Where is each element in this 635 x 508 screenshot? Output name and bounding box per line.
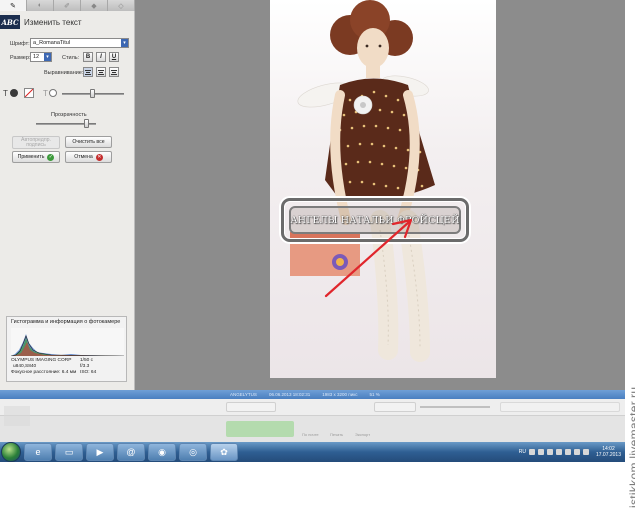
outline-color-swatch[interactable] bbox=[49, 89, 57, 97]
apply-label: Применить bbox=[17, 154, 45, 160]
effects-tab-icon[interactable]: ◆ bbox=[81, 0, 108, 11]
messenger-icon[interactable]: @ bbox=[117, 443, 145, 461]
panel-title: Изменить текст bbox=[24, 17, 82, 27]
more-tab-icon[interactable]: ◇ bbox=[108, 0, 135, 11]
picasa-icon[interactable]: ✿ bbox=[210, 443, 238, 461]
tool-tabs: ✎ ◐ ✐ ◆ ◇ bbox=[0, 0, 135, 11]
no-fill-swatch[interactable] bbox=[24, 88, 34, 98]
edit-text-panel: ✎ ◐ ✐ ◆ ◇ ABC Изменить текст Шрифт: a_Ro… bbox=[0, 0, 135, 390]
pen-tab-icon[interactable]: ✐ bbox=[54, 0, 81, 11]
save-ghost-button[interactable] bbox=[226, 421, 294, 437]
email-label[interactable]: По почте bbox=[302, 432, 319, 437]
info-date: 06.06.2013 18:02:31 bbox=[268, 392, 311, 397]
panel-header: ABC Изменить текст bbox=[0, 14, 135, 30]
histogram-panel: Гистограмма и информация о фотокамере OL… bbox=[6, 316, 127, 382]
chevron-down-icon[interactable]: ▾ bbox=[44, 53, 51, 61]
clear-all-label: Очистить все bbox=[72, 139, 105, 145]
clear-all-button[interactable]: Очистить все bbox=[65, 136, 112, 148]
explorer-icon[interactable]: ▭ bbox=[55, 443, 83, 461]
start-button[interactable] bbox=[1, 442, 21, 462]
right-tool-buttons[interactable] bbox=[500, 402, 620, 412]
watermark: istikkom.livemaster.ru bbox=[611, 353, 635, 508]
size-select-value: 12 bbox=[33, 54, 40, 60]
align-center-button[interactable] bbox=[96, 67, 106, 77]
tray-icon-2[interactable] bbox=[537, 449, 544, 455]
align-left-button[interactable] bbox=[83, 67, 93, 77]
magic-wand-tab-icon[interactable]: ✎ bbox=[0, 0, 27, 11]
volume-icon[interactable] bbox=[582, 449, 589, 455]
canvas-area: АНГЕЛЫ НАТАЛЬИ ФРОЙСЦЕЙ bbox=[135, 0, 625, 390]
focal-length: Фокусное расстояние: 6.4 мм bbox=[11, 370, 77, 375]
font-select[interactable]: a_RomanaTitul ▾ bbox=[30, 38, 129, 48]
export-label[interactable]: Экспорт bbox=[355, 432, 370, 437]
doll-photo bbox=[290, 0, 435, 362]
tray-icon-4[interactable] bbox=[555, 449, 562, 455]
cancel-label: Отмена bbox=[74, 154, 93, 160]
no-fill-icon bbox=[25, 89, 33, 97]
iso: ISO: 64 bbox=[80, 370, 97, 375]
abc-logo-text: ABC bbox=[1, 17, 19, 27]
tray-icon-5[interactable] bbox=[564, 449, 571, 455]
opacity-knob[interactable] bbox=[83, 119, 89, 128]
bottom-actions bbox=[0, 406, 625, 442]
outline-color-icon[interactable]: T bbox=[43, 89, 48, 98]
checkmark-icon: ✓ bbox=[47, 153, 55, 161]
camera-resolution: u840,S840 bbox=[13, 364, 37, 369]
tray-icon-1[interactable] bbox=[528, 449, 535, 455]
underline-button[interactable]: U bbox=[109, 52, 119, 62]
ie-icon[interactable]: e bbox=[24, 443, 52, 461]
shutter-speed: 1/50 с bbox=[80, 358, 94, 363]
cancel-button[interactable]: Отмена ✕ bbox=[65, 151, 112, 163]
histogram-title: Гистограмма и информация о фотокамере bbox=[11, 319, 121, 325]
network-icon[interactable] bbox=[573, 449, 580, 455]
font-select-value: a_RomanaTitul bbox=[33, 40, 71, 46]
preview-caption-label: Автопредпр. подпись bbox=[21, 137, 51, 148]
align-label: Выравнивание: bbox=[44, 70, 84, 76]
red-arrow-annotation bbox=[324, 218, 413, 298]
watermark-text: istikkom.livemaster.ru bbox=[627, 386, 635, 508]
camera-model: OLYMPUS IMAGING CORP bbox=[11, 358, 72, 363]
text-color-swatch[interactable] bbox=[10, 89, 18, 97]
histogram-chart bbox=[11, 328, 124, 356]
preview-caption-button: Автопредпр. подпись bbox=[12, 136, 60, 149]
photo-canvas[interactable] bbox=[270, 0, 496, 378]
text-tool-icon: ABC bbox=[0, 15, 20, 29]
language-indicator[interactable]: RU bbox=[519, 449, 526, 455]
rotate-buttons[interactable] bbox=[226, 402, 276, 412]
opacity-label: Прозрачность bbox=[51, 112, 87, 118]
photo-info-strip: ANGELYTUS 06.06.2013 18:02:31 1983 x 320… bbox=[0, 390, 625, 399]
outline-width-knob[interactable] bbox=[90, 89, 95, 98]
bottom-toolbar bbox=[0, 399, 625, 416]
print-label[interactable]: Печать bbox=[330, 432, 343, 437]
aperture: f/3.3 bbox=[80, 364, 90, 369]
info-dimensions: 1983 x 3200 пикс bbox=[322, 392, 358, 397]
windows-taskbar: e ▭ ▶ @ ◉ ◎ ✿ RU 14:02 17.07.2013 bbox=[0, 442, 625, 462]
font-label: Шрифт: bbox=[10, 41, 30, 47]
media-player-icon[interactable]: ▶ bbox=[86, 443, 114, 461]
chevron-down-icon[interactable]: ▾ bbox=[121, 39, 128, 47]
view-buttons[interactable] bbox=[374, 402, 416, 412]
style-label: Стиль: bbox=[62, 55, 80, 61]
chrome-icon[interactable]: ◎ bbox=[179, 443, 207, 461]
firefox-icon[interactable]: ◉ bbox=[148, 443, 176, 461]
align-right-button[interactable] bbox=[109, 67, 119, 77]
size-select[interactable]: 12 ▾ bbox=[30, 52, 52, 62]
info-file-name: ANGELYTUS bbox=[230, 392, 257, 397]
tray-icon-3[interactable] bbox=[546, 449, 553, 455]
brush-tab-icon[interactable]: ◐ bbox=[27, 0, 54, 11]
info-zoom: 51 % bbox=[369, 392, 380, 397]
bold-button[interactable]: B bbox=[83, 52, 93, 62]
system-tray: RU 14:02 17.07.2013 bbox=[519, 442, 625, 462]
size-label: Размер: bbox=[10, 55, 31, 61]
italic-button[interactable]: I bbox=[96, 52, 106, 62]
close-icon: ✕ bbox=[95, 153, 103, 161]
text-color-icon[interactable]: T bbox=[3, 89, 8, 98]
apply-button[interactable]: Применить ✓ bbox=[12, 151, 60, 163]
thumbnail bbox=[4, 406, 30, 426]
zoom-slider[interactable] bbox=[420, 406, 490, 408]
screen: ✎ ◐ ✐ ◆ ◇ ABC Изменить текст Шрифт: a_Ro… bbox=[0, 0, 635, 508]
